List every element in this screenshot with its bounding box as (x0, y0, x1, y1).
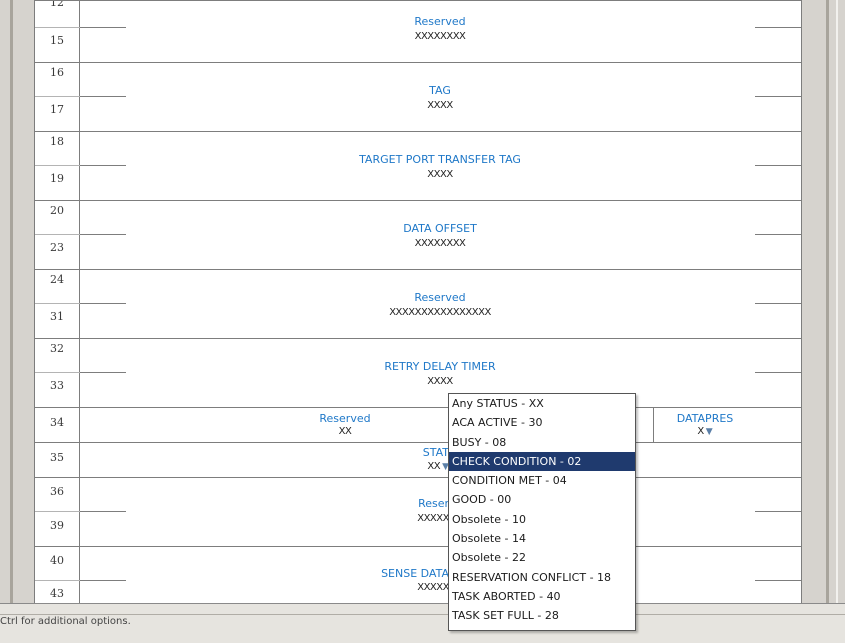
row-divider (35, 407, 801, 408)
field-name-sense-data[interactable]: SENSE DATA (349, 567, 449, 580)
field-tick-right (755, 511, 801, 512)
byte-number: 33 (50, 379, 64, 392)
row-divider (35, 0, 801, 1)
field-value-target-port-transfer-tag[interactable]: XXXX (80, 169, 800, 180)
field-tick-left (80, 580, 126, 581)
byte-number: 20 (50, 204, 64, 217)
field-name-tag[interactable]: TAG (80, 84, 800, 97)
dropdown-option[interactable]: CONDITION MET - 04 (449, 471, 635, 490)
field-name-reserved[interactable]: Reserved (80, 15, 800, 28)
byte-number: 43 (50, 587, 64, 600)
field-value-status[interactable]: XX ▼ (399, 461, 449, 472)
status-dropdown-list[interactable]: Any STATUS - XX ACA ACTIVE - 30 BUSY - 0… (448, 393, 636, 631)
row-divider (35, 62, 801, 63)
byte-divider (35, 96, 80, 97)
packet-field-grid: 12 15 16 17 18 19 20 23 24 31 32 33 34 3… (34, 0, 802, 603)
byte-number: 23 (50, 241, 64, 254)
byte-number: 34 (50, 416, 64, 429)
byte-number: 36 (50, 485, 64, 498)
field-name-data-offset[interactable]: DATA OFFSET (80, 222, 800, 235)
byte-number: 24 (50, 273, 64, 286)
bitfield-divider (653, 407, 654, 442)
byte-number: 16 (50, 66, 64, 79)
row-divider (35, 269, 801, 270)
field-name-reserved[interactable]: Reser (399, 497, 449, 510)
byte-divider (35, 165, 80, 166)
field-name-reserved[interactable]: Reserved (80, 291, 800, 304)
dropdown-option[interactable]: Obsolete - 22 (449, 548, 635, 567)
left-frame (0, 0, 34, 603)
field-value-retry-delay-timer[interactable]: XXXX (80, 376, 800, 387)
byte-number: 12 (50, 0, 64, 9)
field-tick-right (755, 580, 801, 581)
field-name-retry-delay-timer[interactable]: RETRY DELAY TIMER (80, 360, 800, 373)
row-divider (35, 477, 801, 478)
dropdown-arrow-icon[interactable]: ▼ (706, 427, 713, 437)
byte-divider (35, 303, 80, 304)
field-tick-left (80, 511, 126, 512)
byte-number: 19 (50, 172, 64, 185)
dropdown-option[interactable]: TASK ABORTED - 40 (449, 587, 635, 606)
dropdown-option[interactable]: Any STATUS - XX (449, 394, 635, 413)
byte-divider (35, 511, 80, 512)
dropdown-option[interactable]: Obsolete - 14 (449, 529, 635, 548)
dropdown-option[interactable]: Obsolete - 10 (449, 510, 635, 529)
byte-number: 17 (50, 103, 64, 116)
field-value-datapres[interactable]: X ▼ (655, 426, 755, 437)
dropdown-option[interactable]: GOOD - 00 (449, 490, 635, 509)
dropdown-option[interactable]: ACA ACTIVE - 30 (449, 413, 635, 432)
byte-number: 35 (50, 451, 64, 464)
row-divider (35, 200, 801, 201)
byte-number: 32 (50, 342, 64, 355)
byte-number: 39 (50, 519, 64, 532)
byte-divider (35, 580, 80, 581)
field-name-status[interactable]: STAT (399, 446, 449, 459)
row-divider (35, 546, 801, 547)
status-bar: Ctrl for additional options. (0, 603, 845, 643)
byte-divider (35, 27, 80, 28)
field-name-target-port-transfer-tag[interactable]: TARGET PORT TRANSFER TAG (80, 153, 800, 166)
right-scroll-frame (802, 0, 845, 603)
field-value-reserved[interactable]: XX (305, 426, 385, 437)
row-divider (35, 131, 801, 132)
field-name-reserved[interactable]: Reserved (305, 412, 385, 425)
byte-number: 31 (50, 310, 64, 323)
byte-number-column (35, 0, 80, 603)
byte-divider (35, 234, 80, 235)
byte-number: 15 (50, 34, 64, 47)
byte-divider (35, 372, 80, 373)
dropdown-option-selected[interactable]: CHECK CONDITION - 02 (449, 451, 635, 472)
status-hint: Ctrl for additional options. (0, 616, 131, 627)
row-divider (35, 338, 801, 339)
field-name-datapres[interactable]: DATAPRES (655, 412, 755, 425)
byte-number: 40 (50, 554, 64, 567)
row-divider (35, 442, 801, 443)
status-divider (0, 614, 845, 615)
field-value-reserved[interactable]: XXXXXXXX (80, 31, 800, 42)
field-value-reserved[interactable]: XXXXX (399, 513, 449, 524)
byte-number: 18 (50, 135, 64, 148)
dropdown-option[interactable]: RESERVATION CONFLICT - 18 (449, 568, 635, 587)
field-value-data-offset[interactable]: XXXXXXXX (80, 238, 800, 249)
dropdown-option[interactable]: TASK SET FULL - 28 (449, 606, 635, 625)
dropdown-option[interactable]: BUSY - 08 (449, 433, 635, 452)
field-value-tag[interactable]: XXXX (80, 100, 800, 111)
field-value-reserved[interactable]: XXXXXXXXXXXXXXXX (80, 307, 800, 318)
field-value-sense-data[interactable]: XXXXX (349, 582, 449, 593)
